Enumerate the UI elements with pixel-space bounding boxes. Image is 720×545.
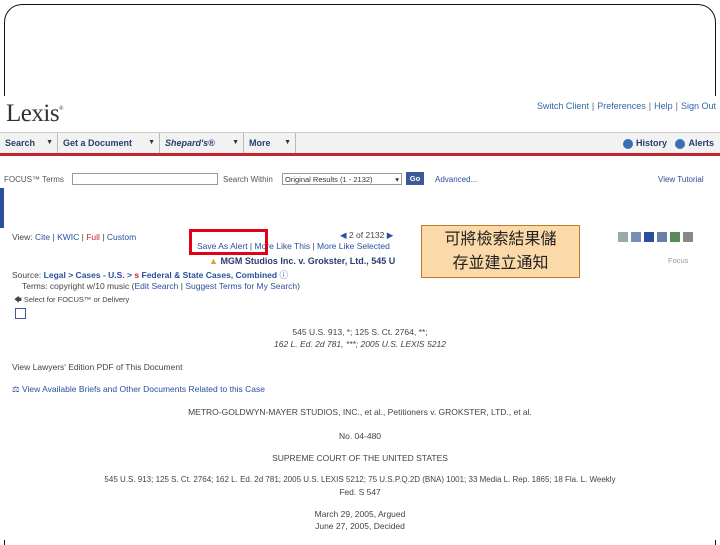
save-icon[interactable] — [644, 232, 654, 242]
edit-search-link[interactable]: Edit Search — [134, 281, 178, 291]
citation-line-2[interactable]: 162 L. Ed. 2d 781, ***; 2005 U.S. LEXIS … — [0, 339, 720, 349]
suggest-terms-link[interactable]: Suggest Terms for My Search — [185, 281, 297, 291]
more-like-selected-link[interactable]: More Like Selected — [317, 241, 390, 251]
briefs-icon: ⚖ — [12, 384, 20, 394]
view-tutorial-link[interactable]: View Tutorial — [658, 175, 704, 184]
search-within-label: Search Within — [223, 175, 273, 184]
view-options: View: Cite | KWIC | Full | Custom — [12, 232, 137, 242]
focus-note: Focus — [668, 256, 689, 265]
select-for-focus: 🡄 Select for FOCUS™ or Delivery — [14, 295, 130, 304]
prev-arrow-icon[interactable]: ◀ — [340, 230, 347, 240]
email-icon[interactable] — [631, 232, 641, 242]
focus-terms-input[interactable] — [72, 173, 218, 185]
view-cite[interactable]: Cite — [35, 232, 50, 242]
switch-client-link[interactable]: Switch Client — [537, 101, 589, 111]
nav-search[interactable]: Search ▼ — [0, 133, 58, 153]
save-as-alert-highlight — [189, 229, 268, 255]
alerts-icon — [675, 138, 686, 149]
nav-more[interactable]: More ▼ — [244, 133, 296, 153]
annotation-callout: 可將檢索結果儲 存並建立通知 — [421, 225, 580, 278]
select-checkbox[interactable] — [15, 308, 26, 319]
source-end-link[interactable]: Federal & State Cases, Combined — [142, 270, 278, 280]
case-title-short: ▲ MGM Studios Inc. v. Grokster, Ltd., 54… — [209, 256, 396, 266]
source-line: Source: Legal > Cases - U.S. > s Federal… — [12, 270, 288, 280]
parallel-citations-cont: Fed. S 547 — [339, 487, 381, 497]
docket-number: No. 04-480 — [338, 431, 382, 441]
preferences-link[interactable]: Preferences — [597, 101, 646, 111]
history-icon — [622, 138, 633, 149]
citation-line-1: 545 U.S. 913, *; 125 S. Ct. 2764, **; — [292, 327, 428, 337]
notes-icon[interactable] — [657, 232, 667, 242]
print-icon[interactable] — [618, 232, 628, 242]
view-kwic[interactable]: KWIC — [57, 232, 79, 242]
lexis-screenshot: Lexis® Switch Client | Preferences | Help | Si… — [0, 96, 720, 540]
view-briefs-link[interactable]: View Available Briefs and Other Document… — [22, 384, 265, 394]
next-arrow-icon[interactable]: ▶ — [387, 230, 394, 240]
court-name: SUPREME COURT OF THE UNITED STATES — [272, 453, 448, 463]
source-path-link[interactable]: Legal > Cases - U.S. > — [44, 270, 132, 280]
argued-date: March 29, 2005, Argued — [314, 509, 406, 519]
check-icon[interactable] — [670, 232, 680, 242]
search-within-select[interactable]: Original Results (1 - 2132) ▾ — [282, 173, 402, 185]
go-button[interactable]: Go — [406, 172, 424, 185]
help-link[interactable]: Help — [654, 101, 673, 111]
arrow-icon: 🡄 — [14, 295, 22, 304]
decided-date: June 27, 2005, Decided — [315, 521, 405, 531]
top-links: Switch Client | Preferences | Help | Sign Out — [536, 101, 716, 111]
view-custom[interactable]: Custom — [107, 232, 136, 242]
advanced-link[interactable]: Advanced... — [435, 175, 477, 184]
source-s-icon: s — [134, 270, 140, 280]
nav-right: History Alerts — [617, 133, 714, 153]
case-parties: METRO-GOLDWYN-MAYER STUDIOS, INC., et al… — [188, 407, 532, 417]
sign-out-link[interactable]: Sign Out — [681, 101, 716, 111]
info-icon[interactable]: ⓘ — [279, 270, 288, 280]
warning-signal-icon: ▲ — [209, 256, 218, 266]
chevron-down-icon: ▾ — [395, 175, 399, 184]
side-handle[interactable] — [0, 188, 4, 228]
pager: ◀ 2 of 2132 ▶ — [340, 230, 394, 240]
history-link[interactable]: History — [636, 138, 667, 148]
parallel-citations: 545 U.S. 913; 125 S. Ct. 2764; 162 L. Ed… — [104, 475, 616, 484]
terms-line: Terms: copyright w/10 music (Edit Search… — [22, 281, 300, 291]
nav-shepards[interactable]: Shepard's® ▼ — [160, 133, 244, 153]
main-nav: Search ▼ Get a Document ▼ Shepard's® ▼ More… — [0, 132, 720, 156]
delivery-icons — [618, 229, 696, 247]
focus-label: FOCUS™ Terms — [4, 175, 64, 184]
pdf-icon[interactable] — [683, 232, 693, 242]
focus-bar: FOCUS™ Terms Search Within Original Resu… — [0, 171, 720, 191]
lexis-logo: Lexis® — [6, 100, 64, 127]
lawyers-edition-link[interactable]: View Lawyers' Edition PDF of This Docume… — [12, 362, 182, 372]
view-full[interactable]: Full — [86, 232, 100, 242]
nav-get-document[interactable]: Get a Document ▼ — [58, 133, 160, 153]
briefs-line: ⚖ View Available Briefs and Other Docume… — [12, 384, 265, 395]
alerts-link[interactable]: Alerts — [688, 138, 714, 148]
